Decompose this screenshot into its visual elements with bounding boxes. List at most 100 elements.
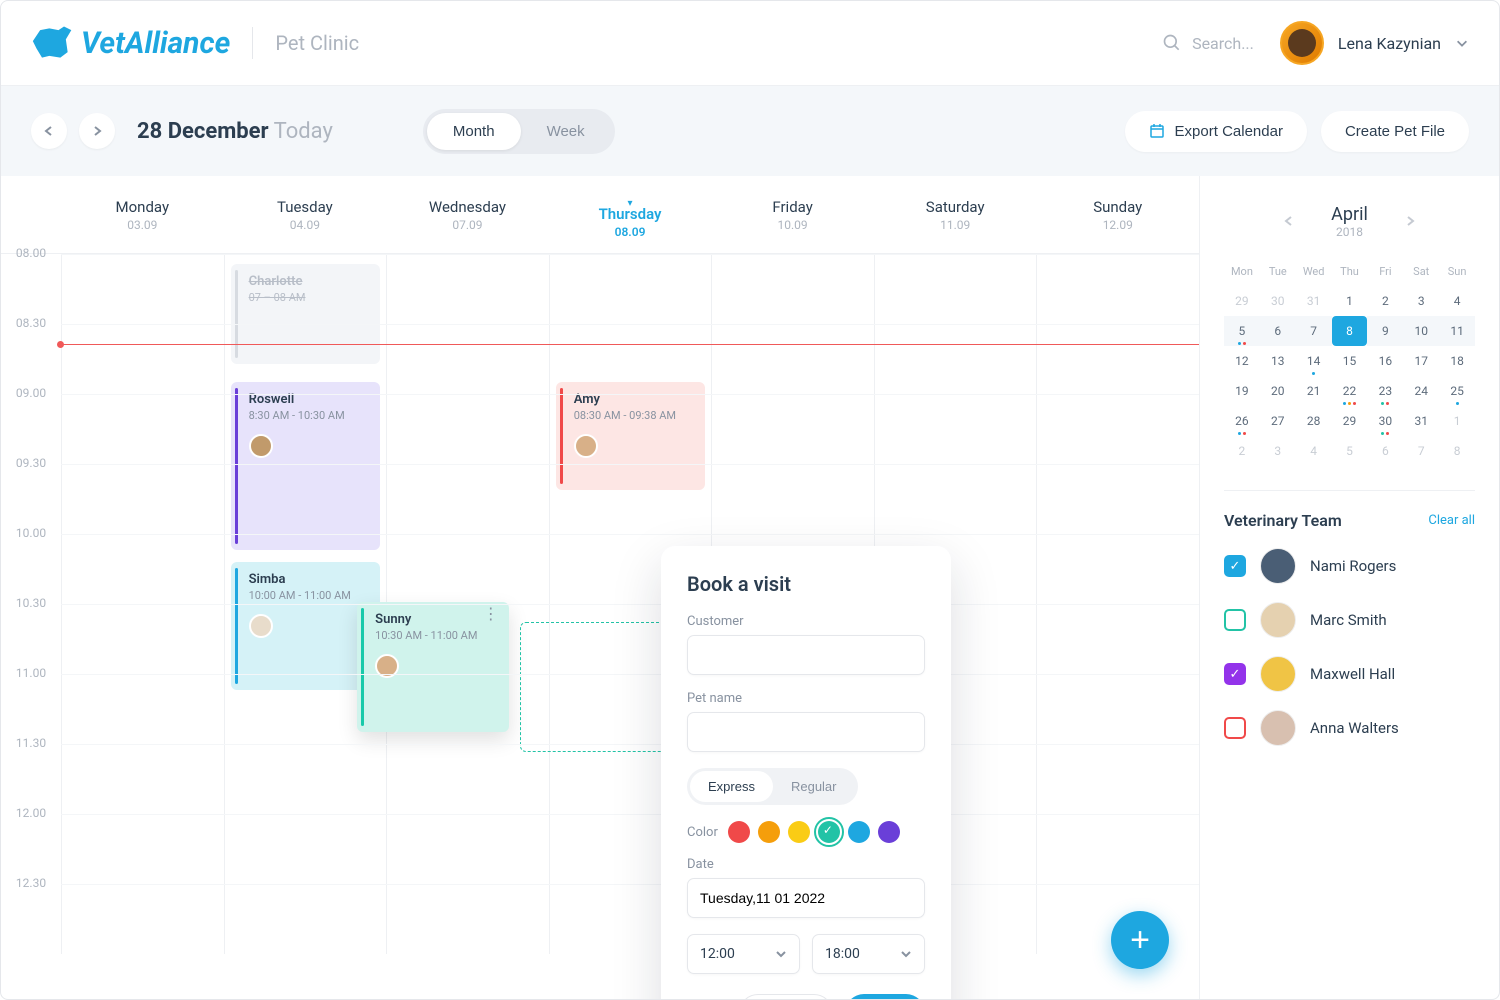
prev-button[interactable] — [31, 113, 67, 149]
mini-day[interactable]: 24 — [1403, 376, 1439, 406]
mini-day[interactable]: 30 — [1367, 406, 1403, 436]
mini-day[interactable]: 11 — [1439, 316, 1475, 346]
mini-day[interactable]: 28 — [1296, 406, 1332, 436]
mini-day[interactable]: 6 — [1260, 316, 1296, 346]
mini-day[interactable]: 22 — [1332, 376, 1368, 406]
team-checkbox[interactable] — [1224, 717, 1246, 739]
color-swatch[interactable] — [728, 821, 750, 843]
color-swatch[interactable] — [818, 821, 840, 843]
day-header[interactable]: Wednesday07.09 — [386, 176, 549, 253]
mini-next-button[interactable] — [1398, 206, 1422, 237]
mini-day[interactable]: 25 — [1439, 376, 1475, 406]
now-line — [61, 344, 1199, 345]
mini-day[interactable]: 7 — [1296, 316, 1332, 346]
pet-name-input[interactable] — [687, 712, 925, 752]
mini-day[interactable]: 30 — [1260, 286, 1296, 316]
mini-day[interactable]: 8 — [1332, 316, 1368, 346]
event-card[interactable]: Charlotte07 – 08 AM — [231, 264, 381, 364]
mini-day[interactable]: 23 — [1367, 376, 1403, 406]
team-checkbox[interactable] — [1224, 663, 1246, 685]
mini-day[interactable]: 4 — [1296, 436, 1332, 466]
dog-logo-icon — [31, 21, 75, 65]
mini-day[interactable]: 31 — [1296, 286, 1332, 316]
book-button[interactable]: Book — [845, 994, 925, 999]
brand-name: VetAlliance — [81, 26, 230, 61]
time-label: 12.00 — [1, 806, 61, 876]
mini-day[interactable]: 17 — [1403, 346, 1439, 376]
day-header[interactable]: Tuesday04.09 — [224, 176, 387, 253]
mini-day[interactable]: 26 — [1224, 406, 1260, 436]
logo[interactable]: VetAlliance — [31, 21, 230, 65]
export-calendar-button[interactable]: Export Calendar — [1125, 111, 1307, 152]
mini-day[interactable]: 1 — [1332, 286, 1368, 316]
type-express-button[interactable]: Express — [690, 771, 773, 802]
mini-day[interactable]: 10 — [1403, 316, 1439, 346]
team-title: Veterinary Team — [1224, 511, 1342, 530]
color-swatch[interactable] — [758, 821, 780, 843]
day-header[interactable]: Sunday12.09 — [1036, 176, 1199, 253]
cancel-button[interactable]: Cancel — [739, 994, 833, 999]
toolbar: 28 December Today Month Week Export Cale… — [1, 86, 1499, 176]
next-button[interactable] — [79, 113, 115, 149]
day-header[interactable]: Thursday08.09 — [549, 176, 712, 253]
mini-day[interactable]: 16 — [1367, 346, 1403, 376]
mini-day[interactable]: 7 — [1403, 436, 1439, 466]
time-from-select[interactable]: 12:00 — [687, 934, 800, 974]
team-checkbox[interactable] — [1224, 609, 1246, 631]
mini-day[interactable]: 27 — [1260, 406, 1296, 436]
customer-input[interactable] — [687, 635, 925, 675]
mini-day[interactable]: 15 — [1332, 346, 1368, 376]
day-header[interactable]: Friday10.09 — [711, 176, 874, 253]
search-icon — [1162, 33, 1182, 53]
mini-day[interactable]: 12 — [1224, 346, 1260, 376]
mini-day[interactable]: 13 — [1260, 346, 1296, 376]
mini-day[interactable]: 3 — [1403, 286, 1439, 316]
mini-day[interactable]: 8 — [1439, 436, 1475, 466]
type-regular-button[interactable]: Regular — [773, 771, 855, 802]
day-header[interactable]: Monday03.09 — [61, 176, 224, 253]
create-pet-file-button[interactable]: Create Pet File — [1321, 111, 1469, 152]
date-input[interactable] — [687, 878, 925, 918]
color-swatch[interactable] — [848, 821, 870, 843]
mini-day[interactable]: 20 — [1260, 376, 1296, 406]
team-avatar — [1260, 548, 1296, 584]
mini-day[interactable]: 19 — [1224, 376, 1260, 406]
mini-day[interactable]: 1 — [1439, 406, 1475, 436]
team-checkbox[interactable] — [1224, 555, 1246, 577]
color-swatch[interactable] — [878, 821, 900, 843]
search-input[interactable]: Search... — [1162, 33, 1254, 53]
mini-day[interactable]: 29 — [1224, 286, 1260, 316]
mini-day[interactable]: 18 — [1439, 346, 1475, 376]
mini-prev-button[interactable] — [1277, 206, 1301, 237]
team-member[interactable]: Maxwell Hall — [1224, 656, 1475, 692]
view-month-button[interactable]: Month — [427, 113, 521, 150]
mini-day[interactable]: 5 — [1332, 436, 1368, 466]
mini-day[interactable]: 31 — [1403, 406, 1439, 436]
mini-day[interactable]: 4 — [1439, 286, 1475, 316]
mini-day[interactable]: 2 — [1367, 286, 1403, 316]
view-week-button[interactable]: Week — [521, 113, 611, 150]
color-swatch[interactable] — [788, 821, 810, 843]
mini-day[interactable]: 3 — [1260, 436, 1296, 466]
time-to-select[interactable]: 18:00 — [812, 934, 925, 974]
event-card[interactable]: Amy08:30 AM - 09:38 AM — [556, 382, 706, 490]
mini-day[interactable]: 5 — [1224, 316, 1260, 346]
mini-day[interactable]: 2 — [1224, 436, 1260, 466]
event-card[interactable]: Roswell8:30 AM - 10:30 AM — [231, 382, 381, 550]
mini-calendar[interactable]: MonTueWedThuFriSatSun2930311234567891011… — [1224, 257, 1475, 466]
add-button[interactable]: + — [1111, 911, 1169, 969]
team-member[interactable]: Nami Rogers — [1224, 548, 1475, 584]
team-member[interactable]: Anna Walters — [1224, 710, 1475, 746]
mini-day[interactable]: 21 — [1296, 376, 1332, 406]
mini-day[interactable]: 14 — [1296, 346, 1332, 376]
visit-type-toggle: Express Regular — [687, 768, 858, 805]
clear-all-link[interactable]: Clear all — [1428, 513, 1475, 528]
user-menu[interactable]: Lena Kazynian — [1280, 21, 1469, 65]
mini-day[interactable]: 29 — [1332, 406, 1368, 436]
more-dots-icon[interactable]: ⋮ — [483, 612, 499, 616]
event-card[interactable]: Sunny10:30 AM - 11:00 AM⋮ — [357, 602, 509, 732]
day-header[interactable]: Saturday11.09 — [874, 176, 1037, 253]
mini-day[interactable]: 9 — [1367, 316, 1403, 346]
mini-day[interactable]: 6 — [1367, 436, 1403, 466]
team-member[interactable]: Marc Smith — [1224, 602, 1475, 638]
